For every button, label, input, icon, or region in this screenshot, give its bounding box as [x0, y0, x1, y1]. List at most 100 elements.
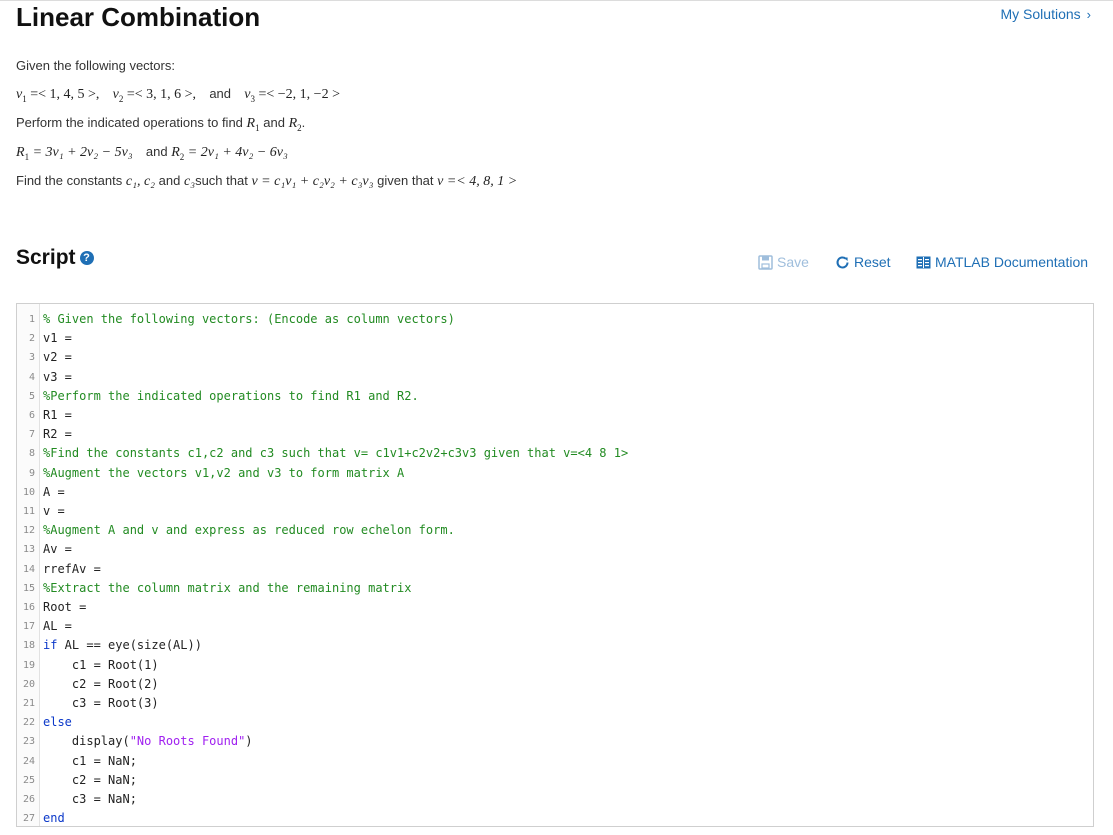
reset-icon: [836, 255, 849, 268]
line-number: 26: [22, 794, 35, 805]
code-text: c1 = NaN;: [43, 752, 137, 771]
save-button[interactable]: Save: [758, 254, 809, 270]
my-solutions-label: My Solutions: [1000, 6, 1081, 22]
code-text: %Augment A and v and express as reduced …: [43, 521, 455, 540]
code-line[interactable]: 26 c3 = NaN;: [17, 790, 1093, 809]
code-line[interactable]: 17 AL =: [17, 617, 1093, 636]
code-text: else: [43, 713, 72, 732]
code-token: Root =: [43, 600, 87, 614]
code-line[interactable]: 4 v3 =: [17, 368, 1093, 387]
code-line[interactable]: 11 v =: [17, 502, 1093, 521]
code-line[interactable]: 14 rrefAv =: [17, 560, 1093, 579]
code-line[interactable]: 20 c2 = Root(2): [17, 675, 1093, 694]
line-number: 13: [22, 544, 35, 556]
code-line[interactable]: 27 end: [17, 809, 1093, 826]
line-number: 5: [28, 390, 35, 402]
code-token: AL =: [43, 619, 72, 634]
line-number: 1: [28, 314, 35, 325]
line-number: 25: [22, 774, 35, 786]
line-number: 23: [22, 736, 35, 748]
floppy-disk-icon: [758, 254, 773, 270]
code-line[interactable]: 19 c1 = Root(1): [17, 656, 1093, 675]
code-text: R2 =: [43, 425, 72, 444]
code-token: A =: [43, 484, 65, 499]
code-line[interactable]: 3 v2 =: [17, 348, 1093, 367]
line-number: 21: [22, 698, 35, 709]
code-text: %Augment the vectors v1,v2 and v3 to for…: [43, 464, 404, 483]
code-token: v2 =: [43, 350, 72, 365]
code-line[interactable]: 10 A =: [17, 483, 1093, 502]
code-token: else: [43, 715, 72, 730]
code-line[interactable]: 5 %Perform the indicated operations to fi…: [17, 387, 1093, 406]
code-token: R2 =: [43, 427, 72, 442]
code-token: v3 =: [43, 369, 72, 384]
code-line[interactable]: 15 %Extract the column matrix and the rem…: [17, 579, 1093, 598]
code-line[interactable]: 13 Av =: [17, 540, 1093, 559]
matlab-documentation-link[interactable]: MATLAB Documentation: [916, 254, 1088, 270]
code-text: R1 =: [43, 406, 72, 425]
v3-def: v3 =< −2, 1, −2 >: [244, 87, 340, 104]
code-token: c2 = Root(2): [43, 676, 159, 691]
code-line[interactable]: 1 % Given the following vectors: (Encode …: [17, 310, 1093, 329]
line-number: 22: [22, 717, 35, 729]
code-line[interactable]: 21 c3 = Root(3): [17, 694, 1093, 713]
code-line[interactable]: 6 R1 =: [17, 406, 1093, 425]
code-text: %Extract the column matrix and the remai…: [43, 579, 411, 598]
code-line[interactable]: 23 display("No Roots Found"): [17, 732, 1093, 751]
code-line[interactable]: 12 %Augment A and v and express as reduce…: [17, 521, 1093, 540]
code-line[interactable]: 25 c2 = NaN;: [17, 771, 1093, 790]
line-number: 16: [22, 602, 35, 613]
reset-button[interactable]: Reset: [835, 254, 891, 270]
r1-expression: R1 = 3v₁ + 2v₂ − 5v₃: [16, 145, 133, 162]
vectors-line: v1 =< 1, 4, 5 >, v2 =< 3, 1, 6 >, and v3…: [16, 86, 340, 104]
code-line[interactable]: 16 Root =: [17, 598, 1093, 617]
perform-line: Perform the indicated operations to find…: [16, 115, 306, 133]
top-divider: [0, 0, 1113, 1]
code-token: %Augment the vectors v1,v2 and v3 to for…: [43, 465, 405, 480]
code-text: AL =: [43, 617, 72, 636]
code-token: %Extract the column matrix and the remai…: [43, 580, 412, 595]
line-number: 10: [22, 486, 35, 498]
code-token: c3 = NaN;: [43, 792, 137, 806]
code-line[interactable]: 2 v1 =: [17, 329, 1093, 348]
my-solutions-link[interactable]: My Solutions ›: [1001, 6, 1092, 22]
code-text: c1 = Root(1): [43, 656, 159, 675]
code-line[interactable]: 24 c1 = NaN;: [17, 752, 1093, 771]
code-text: Av =: [43, 540, 72, 559]
code-token: rrefAv =: [43, 561, 101, 576]
line-number: 3: [28, 352, 35, 364]
chevron-right-icon: ›: [1086, 7, 1091, 22]
code-line[interactable]: 18 if AL == eye(size(AL)): [17, 636, 1093, 655]
code-token: %Augment A and v and express as reduced …: [43, 523, 455, 538]
code-editor[interactable]: 1 % Given the following vectors: (Encode …: [16, 303, 1094, 827]
code-token: if: [43, 638, 58, 653]
code-line[interactable]: 9 %Augment the vectors v1,v2 and v3 to fo…: [17, 464, 1093, 483]
code-text: % Given the following vectors: (Encode a…: [43, 310, 455, 329]
page-title: Linear Combination: [16, 2, 261, 32]
code-text: c3 = NaN;: [43, 790, 137, 809]
line-number: 20: [22, 678, 35, 690]
code-text: v2 =: [43, 348, 72, 367]
code-text: c2 = NaN;: [43, 771, 137, 790]
code-text: v =: [43, 502, 65, 521]
code-token: R1 =: [43, 408, 72, 422]
code-token: %Find the constants c1,c2 and c3 such th…: [43, 446, 629, 461]
code-text: v1 =: [43, 329, 72, 348]
help-icon[interactable]: ?: [79, 251, 94, 265]
code-line[interactable]: 7 R2 =: [17, 425, 1093, 444]
code-text: Root =: [43, 598, 86, 617]
code-token: c1 = NaN;: [43, 753, 137, 768]
r-expressions-line: R1 = 3v₁ + 2v₂ − 5v₃ and R2 = 2v₁ + 4v₂ …: [16, 144, 288, 162]
code-text: rrefAv =: [43, 560, 101, 579]
code-line[interactable]: 22 else: [17, 713, 1093, 732]
line-number: 8: [28, 448, 35, 460]
code-token: c1 = Root(1): [43, 657, 159, 672]
code-line[interactable]: 8 %Find the constants c1,c2 and c3 such t…: [17, 444, 1093, 463]
line-number: 19: [22, 659, 35, 671]
code-token: v =: [43, 504, 65, 518]
code-token: AL == eye(size(AL)): [57, 638, 202, 653]
code-token: c3 = Root(3): [43, 696, 159, 710]
line-number: 11: [22, 506, 35, 517]
code-token: v1 =: [43, 331, 72, 346]
line-number: 17: [22, 621, 35, 633]
